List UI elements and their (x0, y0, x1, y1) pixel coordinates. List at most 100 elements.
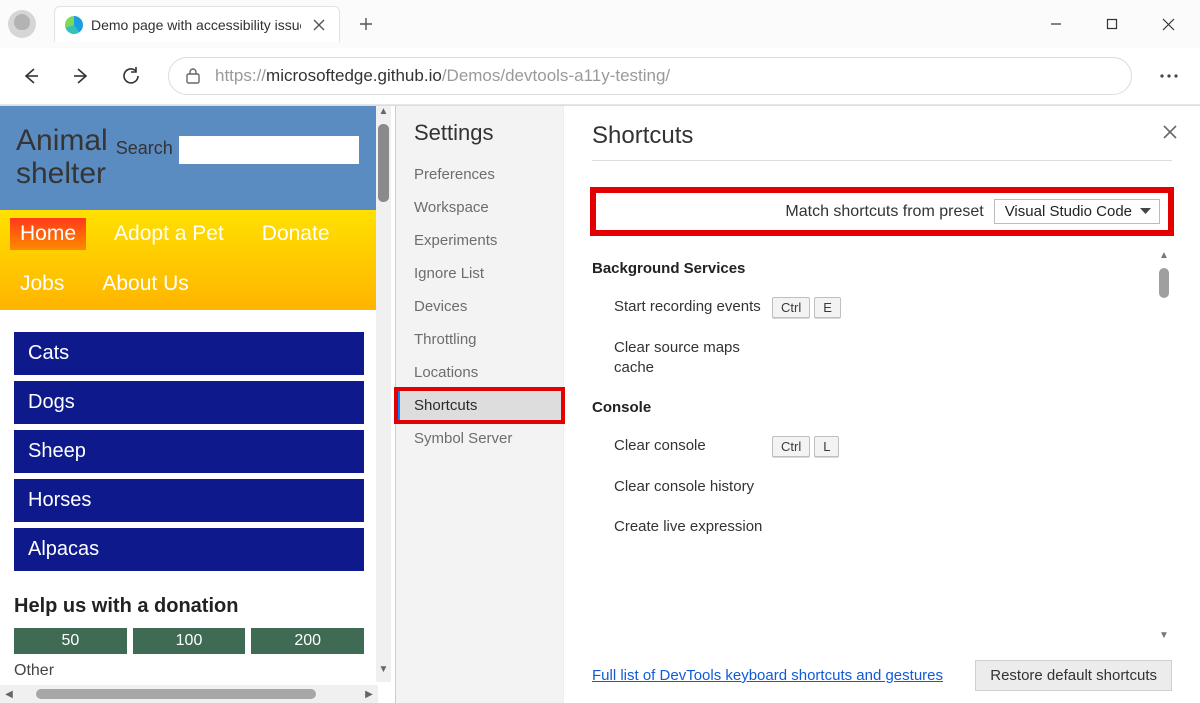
site-title: Animal shelter (16, 124, 108, 190)
settings-item-workspace[interactable]: Workspace (396, 191, 563, 224)
settings-item-throttling[interactable]: Throttling (396, 323, 563, 356)
window-close-button[interactable] (1140, 4, 1196, 44)
list-item[interactable]: Cats (14, 332, 364, 375)
tab-title: Demo page with accessibility issue (91, 17, 301, 33)
url-path: /Demos/devtools-a11y-testing/ (442, 66, 670, 85)
restore-defaults-button[interactable]: Restore default shortcuts (975, 660, 1172, 691)
donation-section: Help us with a donation 50 100 200 Other (0, 587, 378, 682)
close-icon (1162, 18, 1175, 31)
donation-button[interactable]: 100 (133, 628, 246, 654)
settings-item-locations[interactable]: Locations (396, 356, 563, 389)
site-horizontal-scrollbar[interactable]: ◀ ▶ (0, 685, 378, 703)
browser-chrome: Demo page with accessibility issue https… (0, 0, 1200, 105)
section-title-background: Background Services (592, 260, 1154, 277)
key-badge: L (814, 436, 839, 457)
list-item[interactable]: Horses (14, 479, 364, 522)
shortcut-label: Start recording events (592, 297, 772, 317)
nav-forward-button[interactable] (58, 56, 104, 96)
settings-item-ignore-list[interactable]: Ignore List (396, 257, 563, 290)
shortcut-row: Clear source maps cache (592, 328, 1154, 389)
scroll-down-icon[interactable]: ▼ (1156, 630, 1172, 646)
profile-avatar-icon[interactable] (8, 10, 36, 38)
settings-title: Settings (396, 120, 563, 158)
nav-adopt[interactable]: Adopt a Pet (104, 218, 234, 250)
settings-item-devices[interactable]: Devices (396, 290, 563, 323)
donation-row: 50 100 200 (14, 628, 364, 654)
settings-item-preferences[interactable]: Preferences (396, 158, 563, 191)
scroll-thumb[interactable] (378, 124, 389, 202)
key-badge: Ctrl (772, 297, 810, 318)
scroll-thumb[interactable] (1159, 268, 1169, 298)
close-icon (1162, 124, 1178, 140)
pane-footer: Full list of DevTools keyboard shortcuts… (592, 646, 1172, 691)
window-controls (1028, 4, 1196, 44)
browser-menu-button[interactable] (1146, 56, 1192, 96)
scroll-down-icon[interactable]: ▼ (376, 664, 391, 682)
nav-refresh-button[interactable] (108, 56, 154, 96)
close-icon (313, 19, 325, 31)
preset-select[interactable]: Visual Studio Code (994, 199, 1160, 224)
ellipsis-icon (1160, 74, 1178, 78)
section-title-console: Console (592, 399, 1154, 416)
nav-about[interactable]: About Us (92, 268, 198, 300)
settings-item-shortcuts[interactable]: Shortcuts (396, 389, 563, 422)
site-title-line1: Animal (16, 124, 108, 157)
new-tab-button[interactable] (346, 6, 386, 42)
shortcut-list-scrollbar[interactable]: ▲ ▼ (1156, 250, 1172, 646)
list-item[interactable]: Alpacas (14, 528, 364, 571)
settings-item-symbol-server[interactable]: Symbol Server (396, 422, 563, 455)
site-title-line2: shelter (16, 157, 106, 190)
devtools-panel: Settings Preferences Workspace Experimen… (395, 106, 1200, 703)
tab-close-button[interactable] (309, 15, 329, 35)
scroll-left-icon[interactable]: ◀ (0, 689, 18, 700)
shortcut-label: Clear source maps cache (592, 338, 772, 379)
donation-heading: Help us with a donation (14, 595, 364, 618)
settings-item-experiments[interactable]: Experiments (396, 224, 563, 257)
preset-value: Visual Studio Code (1005, 203, 1132, 220)
shortcut-row: Create live expression (592, 507, 1154, 547)
scroll-up-icon[interactable]: ▲ (376, 106, 391, 124)
edge-favicon-icon (65, 16, 83, 34)
scroll-right-icon[interactable]: ▶ (360, 689, 378, 700)
url-scheme: https:// (215, 66, 266, 85)
tab-strip: Demo page with accessibility issue (0, 0, 1200, 48)
shortcut-label: Clear console history (592, 477, 772, 497)
website-viewport: Animal shelter Search Home Adopt a Pet D… (0, 106, 395, 703)
nav-donate[interactable]: Donate (252, 218, 340, 250)
search-input[interactable] (179, 136, 359, 164)
preset-label: Match shortcuts from preset (785, 203, 983, 221)
shortcut-row: Clear console history (592, 467, 1154, 507)
search-label: Search (116, 138, 173, 159)
donation-other-label: Other (14, 662, 364, 680)
maximize-icon (1106, 18, 1118, 30)
shortcut-row: Start recording events Ctrl E (592, 287, 1154, 328)
lock-icon (185, 67, 201, 85)
shortcut-keys: Ctrl L (772, 436, 839, 457)
nav-back-button[interactable] (8, 56, 54, 96)
browser-tab[interactable]: Demo page with accessibility issue (54, 6, 340, 42)
site-nav: Home Adopt a Pet Donate Jobs About Us (0, 210, 378, 310)
settings-sidebar: Settings Preferences Workspace Experimen… (396, 106, 564, 703)
donation-button[interactable]: 50 (14, 628, 127, 654)
plus-icon (359, 17, 373, 31)
list-item[interactable]: Sheep (14, 430, 364, 473)
window-minimize-button[interactable] (1028, 4, 1084, 44)
arrow-left-icon (21, 66, 41, 86)
key-badge: E (814, 297, 841, 318)
list-item[interactable]: Dogs (14, 381, 364, 424)
address-bar[interactable]: https://microsoftedge.github.io/Demos/de… (168, 57, 1132, 95)
scroll-up-icon[interactable]: ▲ (1156, 250, 1172, 266)
nav-home[interactable]: Home (10, 218, 86, 250)
devtools-close-button[interactable] (1158, 120, 1182, 144)
key-badge: Ctrl (772, 436, 810, 457)
window-maximize-button[interactable] (1084, 4, 1140, 44)
site-vertical-scrollbar[interactable]: ▲ ▼ (376, 106, 391, 682)
pane-title: Shortcuts (592, 122, 1172, 161)
url-host: microsoftedge.github.io (266, 66, 442, 85)
refresh-icon (121, 66, 141, 86)
animal-list: Cats Dogs Sheep Horses Alpacas (0, 310, 378, 587)
scroll-thumb[interactable] (36, 689, 316, 699)
full-list-link[interactable]: Full list of DevTools keyboard shortcuts… (592, 667, 943, 684)
nav-jobs[interactable]: Jobs (10, 268, 74, 300)
donation-button[interactable]: 200 (251, 628, 364, 654)
